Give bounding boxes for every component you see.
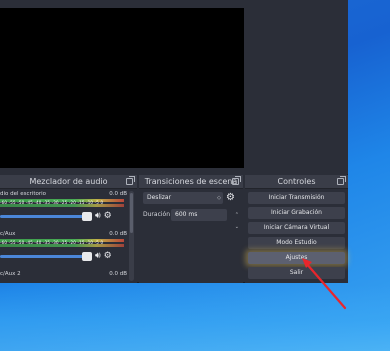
volume-slider[interactable] <box>0 215 86 218</box>
volume-slider[interactable] <box>0 255 86 258</box>
scene-transitions-dock: Transiciones de escena Deslizar ◇ ⚙ Dura… <box>139 175 243 283</box>
duration-input[interactable]: 600 ms ⌃ ⌄ <box>171 209 239 230</box>
transitions-title: Transiciones de escena <box>144 177 238 186</box>
channel-name: c/Aux 2 <box>0 271 21 277</box>
volume-slider-thumb[interactable] <box>82 252 92 261</box>
start-streaming-button[interactable]: Iniciar Transmisión <box>248 192 345 204</box>
controls-dock: Controles Iniciar Transmisión Iniciar Gr… <box>245 175 348 283</box>
preview-canvas <box>0 8 244 168</box>
channel-db: 0.0 dB <box>109 271 127 277</box>
mixer-channel-desktop-audio: dio del escritorio 0.0 dB -60 -55 -50 -4… <box>0 189 137 229</box>
audio-mixer-dock: Mezclador de audio dio del escritorio 0.… <box>0 175 137 283</box>
channel-db: 0.0 dB <box>109 231 127 237</box>
mixer-channel-mic-aux-2: c/Aux 2 0.0 dB <box>0 269 137 309</box>
transitions-header: Transiciones de escena <box>139 175 243 189</box>
channel-name: dio del escritorio <box>0 191 47 197</box>
gear-icon[interactable]: ⚙ <box>104 211 112 221</box>
start-virtual-camera-button[interactable]: Iniciar Cámara Virtual <box>248 222 345 234</box>
duration-label: Duración <box>143 211 171 218</box>
updown-icon: ◇ <box>217 195 221 201</box>
start-recording-button[interactable]: Iniciar Grabación <box>248 207 345 219</box>
channel-name: c/Aux <box>0 231 16 237</box>
studio-mode-button[interactable]: Modo Estudio <box>248 237 345 249</box>
channel-db: 0.0 dB <box>109 191 127 197</box>
meter-scale: -60 -55 -50 -45 -40 -35 -30 -25 -20 -15 … <box>0 240 104 245</box>
transition-select[interactable]: Deslizar ◇ <box>143 192 223 204</box>
undock-icon[interactable] <box>126 176 135 185</box>
undock-icon[interactable] <box>337 176 346 185</box>
volume-slider-thumb[interactable] <box>82 212 92 221</box>
gear-icon[interactable]: ⚙ <box>226 192 235 204</box>
audio-mixer-title: Mezclador de audio <box>29 177 108 186</box>
exit-button[interactable]: Salir <box>248 267 345 279</box>
obs-window: Mezclador de audio dio del escritorio 0.… <box>0 0 348 283</box>
settings-button[interactable]: Ajustes <box>248 252 345 264</box>
undock-icon[interactable] <box>232 176 241 185</box>
meter-scale: -60 -55 -50 -45 -40 -35 -30 -25 -20 -15 … <box>0 200 104 205</box>
mixer-scrollbar[interactable] <box>129 191 134 281</box>
audio-mixer-header: Mezclador de audio <box>0 175 137 189</box>
preview-area <box>0 0 348 174</box>
spin-arrows-icon[interactable]: ⌃ ⌄ <box>235 209 239 233</box>
gear-icon[interactable]: ⚙ <box>104 251 112 261</box>
speaker-icon[interactable]: 🔊︎ <box>95 211 101 221</box>
mixer-channel-mic-aux: c/Aux 0.0 dB -60 -55 -50 -45 -40 -35 -30… <box>0 229 137 269</box>
speaker-icon[interactable]: 🔊︎ <box>95 251 101 261</box>
controls-title: Controles <box>277 177 316 186</box>
duration-value: 600 ms <box>175 211 198 218</box>
transition-selected: Deslizar <box>147 194 172 201</box>
controls-header: Controles <box>245 175 348 189</box>
